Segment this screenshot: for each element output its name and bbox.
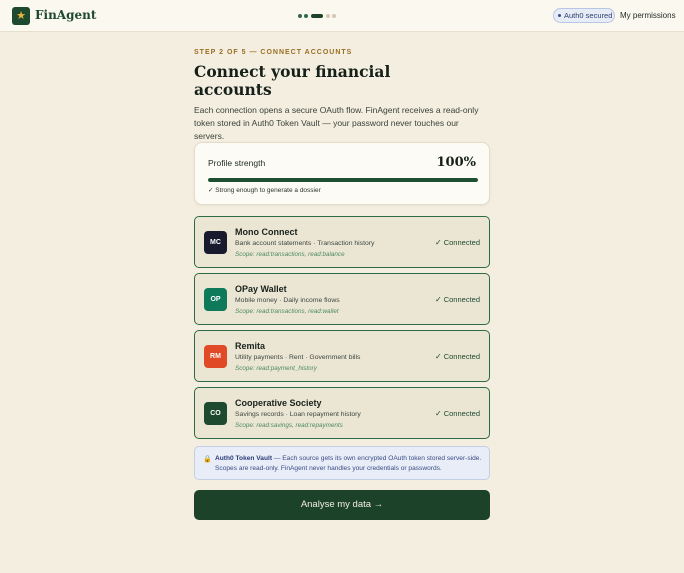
connected-status: ✓ Connected <box>435 295 480 304</box>
account-scope: Scope: read:payment_history <box>235 365 317 372</box>
check-icon: ✓ <box>435 295 442 304</box>
remita-logo-icon: RM <box>204 345 227 368</box>
auth0-badge-label: Auth0 secured <box>564 11 613 20</box>
opay-logo-icon: OP <box>204 288 227 311</box>
token-vault-text: Auth0 Token Vault — Each source gets its… <box>215 454 483 474</box>
status-dot-icon <box>558 14 561 17</box>
connected-label: Connected <box>443 409 480 418</box>
account-name: OPay Wallet <box>235 284 287 294</box>
account-card-mono[interactable]: MC Mono Connect Bank account statements … <box>194 216 490 268</box>
page-title: Connect your financial accounts <box>194 62 391 99</box>
profile-strength-note: ✓ Strong enough to generate a dossier <box>208 187 321 194</box>
top-bar: ★ FinAgent Auth0 secured My permissions <box>0 0 684 32</box>
mono-logo-icon: MC <box>204 231 227 254</box>
check-icon: ✓ <box>435 352 442 361</box>
account-description: Mobile money · Daily income flows <box>235 297 340 304</box>
check-icon: ✓ <box>435 238 442 247</box>
brand-name[interactable]: FinAgent <box>35 8 96 22</box>
step-dot-3 <box>311 14 323 18</box>
connected-status: ✓ Connected <box>435 238 480 247</box>
intro-text: Each connection opens a secure OAuth flo… <box>194 105 479 141</box>
step-dot-1 <box>298 14 302 18</box>
connected-label: Connected <box>443 352 480 361</box>
step-dot-5 <box>332 14 336 18</box>
token-vault-title: Auth0 Token Vault <box>215 455 273 462</box>
check-icon: ✓ <box>435 409 442 418</box>
analyse-data-button[interactable]: Analyse my data → <box>194 490 490 520</box>
account-card-cooperative[interactable]: CO Cooperative Society Savings records ·… <box>194 387 490 439</box>
my-permissions-link[interactable]: My permissions <box>620 11 676 20</box>
account-name: Mono Connect <box>235 227 298 237</box>
account-scope: Scope: read:transactions, read:wallet <box>235 308 339 315</box>
profile-strength-label: Profile strength <box>208 158 266 168</box>
connected-label: Connected <box>443 238 480 247</box>
account-scope: Scope: read:savings, read:repayments <box>235 422 343 429</box>
account-name: Cooperative Society <box>235 398 322 408</box>
connected-label: Connected <box>443 295 480 304</box>
logo-star-icon[interactable]: ★ <box>12 7 30 25</box>
connected-status: ✓ Connected <box>435 409 480 418</box>
profile-strength-fill <box>208 178 478 182</box>
account-card-remita[interactable]: RM Remita Utility payments · Rent · Gove… <box>194 330 490 382</box>
profile-strength-bar <box>208 178 478 182</box>
account-card-opay[interactable]: OP OPay Wallet Mobile money · Daily inco… <box>194 273 490 325</box>
profile-strength-value: 100% <box>436 155 477 170</box>
account-name: Remita <box>235 341 266 351</box>
account-description: Utility payments · Rent · Government bil… <box>235 354 361 361</box>
lock-icon: 🔒 <box>203 456 212 463</box>
step-dot-2 <box>304 14 308 18</box>
account-description: Savings records · Loan repayment history <box>235 411 361 418</box>
connected-status: ✓ Connected <box>435 352 480 361</box>
auth0-secured-badge: Auth0 secured <box>553 8 615 23</box>
account-scope: Scope: read:transactions, read:balance <box>235 251 345 258</box>
account-description: Bank account statements · Transaction hi… <box>235 240 375 247</box>
profile-strength-card: Profile strength 100% ✓ Strong enough to… <box>194 142 490 205</box>
step-dot-4 <box>326 14 330 18</box>
step-eyebrow: STEP 2 OF 5 — CONNECT ACCOUNTS <box>194 49 353 56</box>
token-vault-notice: 🔒 Auth0 Token Vault — Each source gets i… <box>194 446 490 480</box>
cooperative-logo-icon: CO <box>204 402 227 425</box>
